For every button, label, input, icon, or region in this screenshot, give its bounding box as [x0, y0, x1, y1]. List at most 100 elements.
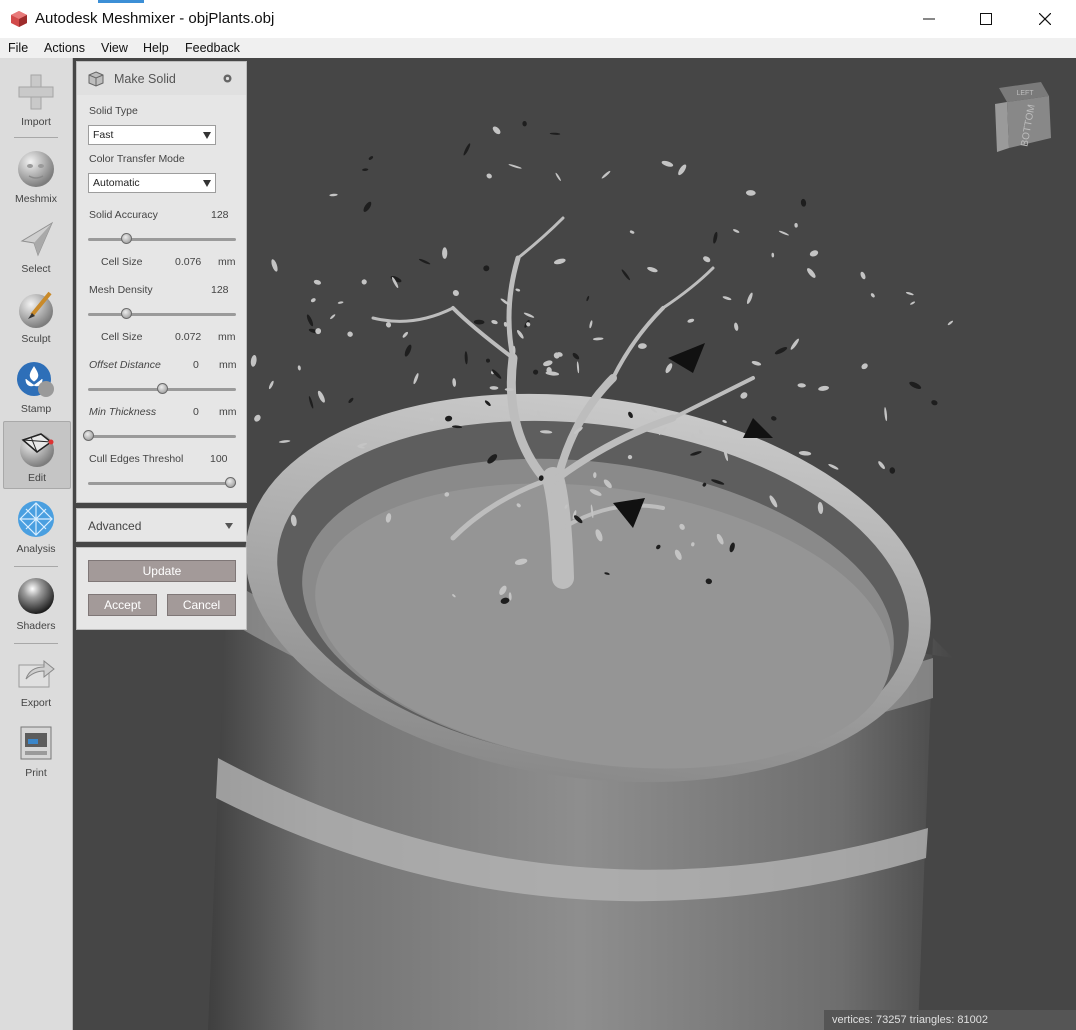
leaf-fragment	[483, 265, 490, 272]
cell-size-label: Cell Size	[101, 256, 143, 268]
leaf-fragment	[910, 301, 916, 305]
leaf-fragment	[533, 369, 539, 375]
leaf-fragment	[828, 464, 839, 470]
menu-actions[interactable]: Actions	[44, 41, 85, 55]
tool-import[interactable]: Import	[3, 66, 69, 132]
tool-select[interactable]: Select	[3, 213, 69, 279]
color-transfer-label: Color Transfer Mode	[89, 153, 185, 165]
leaf-fragment	[329, 193, 338, 197]
min-thickness-slider[interactable]	[83, 430, 236, 441]
offset-distance-slider[interactable]	[88, 383, 236, 394]
leaf-fragment	[250, 355, 257, 367]
leaf-fragment	[508, 164, 522, 169]
toolbar-divider	[14, 566, 58, 567]
leaf-fragment	[368, 156, 374, 160]
tool-shaders[interactable]: Shaders	[3, 570, 69, 636]
leaf-fragment	[297, 365, 301, 371]
menu-file[interactable]: File	[8, 41, 28, 55]
maximize-icon	[980, 13, 992, 25]
leaf-fragment	[703, 256, 711, 263]
leaf-fragment	[418, 258, 431, 265]
cull-edges-slider[interactable]	[88, 477, 237, 488]
leaf-fragment	[463, 143, 471, 156]
leaf-fragment	[732, 229, 740, 233]
toolbar-divider	[14, 137, 58, 138]
leaf-fragment	[884, 407, 888, 422]
accept-button[interactable]: Accept	[88, 594, 157, 616]
leaf-fragment	[722, 419, 727, 424]
leaf-fragment	[629, 230, 635, 234]
cancel-button[interactable]: Cancel	[167, 594, 236, 616]
gear-icon[interactable]	[222, 73, 233, 84]
advanced-label: Advanced	[88, 519, 142, 533]
edit-mesh-icon	[20, 433, 54, 467]
leaf-fragment	[572, 352, 580, 360]
color-transfer-value: Automatic	[93, 177, 140, 189]
leaf-fragment	[818, 385, 830, 391]
leaf-fragment	[751, 361, 762, 366]
solid-accuracy-slider[interactable]	[88, 233, 236, 244]
leaf-fragment	[589, 320, 593, 329]
leaf-fragment	[491, 320, 498, 325]
leaf-fragment	[348, 397, 354, 403]
tool-label: Stamp	[20, 403, 52, 415]
chrome-sphere-icon	[18, 578, 54, 614]
tool-analysis[interactable]: Analysis	[3, 493, 69, 559]
slider-handle[interactable]	[83, 430, 94, 441]
tool-edit[interactable]: Edit	[3, 421, 71, 489]
chevron-down-icon	[203, 132, 211, 139]
leaf-fragment	[402, 331, 409, 338]
menu-view[interactable]: View	[101, 41, 128, 55]
slider-handle[interactable]	[225, 477, 237, 488]
solid-type-value: Fast	[93, 129, 114, 141]
menu-feedback[interactable]: Feedback	[185, 41, 240, 55]
leaf-fragment	[486, 173, 492, 179]
leaf-fragment	[661, 160, 674, 167]
advanced-section[interactable]: Advanced	[76, 508, 247, 542]
tool-stamp[interactable]: Stamp	[3, 353, 69, 419]
leaf-fragment	[861, 363, 868, 370]
leaf-fragment	[807, 268, 816, 278]
window-title: Autodesk Meshmixer - objPlants.obj	[35, 10, 275, 27]
slider-handle[interactable]	[121, 233, 133, 244]
tool-meshmix[interactable]: Meshmix	[3, 143, 69, 209]
leaf-fragment	[800, 198, 807, 207]
leaf-fragment	[362, 168, 369, 172]
leaf-fragment	[638, 343, 647, 349]
close-button[interactable]	[1016, 0, 1074, 38]
leaf-fragment	[621, 269, 630, 281]
leaf-fragment	[308, 396, 314, 409]
leaf-fragment	[809, 250, 819, 257]
tool-sculpt[interactable]: Sculpt	[3, 283, 69, 349]
leaf-fragment	[771, 252, 775, 258]
update-button[interactable]: Update	[88, 560, 236, 582]
menu-bar: File Actions View Help Feedback	[0, 38, 1076, 58]
cursor-arrow-icon	[20, 221, 54, 257]
leaf-fragment	[740, 392, 748, 399]
leaf-fragment	[745, 190, 756, 196]
maximize-button[interactable]	[957, 0, 1015, 38]
mesh-density-label: Mesh Density	[89, 284, 153, 296]
leaf-fragment	[268, 380, 274, 390]
color-transfer-dropdown[interactable]: Automatic	[88, 173, 216, 193]
cell-size-label: Cell Size	[101, 331, 143, 343]
leaf-fragment	[713, 231, 718, 244]
cull-edges-value: 100	[210, 453, 228, 465]
tool-label: Select	[21, 263, 51, 275]
menu-help[interactable]: Help	[143, 41, 169, 55]
tool-export[interactable]: Export	[3, 647, 69, 713]
solid-type-label: Solid Type	[89, 105, 138, 117]
mesh-density-slider[interactable]	[88, 308, 236, 319]
cull-edges-label: Cull Edges Threshol	[89, 453, 184, 465]
make-solid-panel: Make Solid Solid Type Fast Color Transfe…	[76, 61, 247, 503]
tool-print[interactable]: Print	[3, 717, 69, 783]
leaf-fragment	[860, 271, 866, 280]
slider-handle[interactable]	[121, 308, 133, 319]
solid-type-dropdown[interactable]: Fast	[88, 125, 216, 145]
minimize-button[interactable]	[900, 0, 958, 38]
leaf-fragment	[464, 351, 468, 365]
slider-handle[interactable]	[157, 383, 168, 394]
leaf-fragment	[889, 467, 896, 474]
view-cube[interactable]: LEFT BOTTOM	[991, 76, 1055, 156]
leaf-fragment	[553, 258, 566, 265]
